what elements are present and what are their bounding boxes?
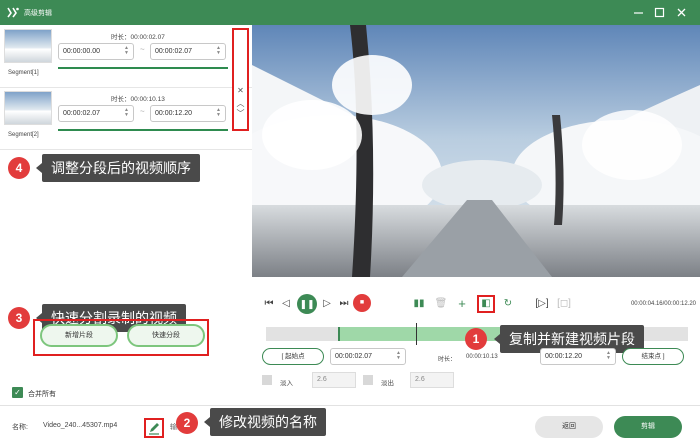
close-icon[interactable] (675, 6, 688, 19)
segment-start-input[interactable]: 00:00:00.00 ▲ ▼ (58, 43, 134, 60)
stop-icon[interactable]: ■ (353, 294, 371, 312)
spinner-icon[interactable]: ▲ ▼ (395, 351, 402, 362)
segment-end-input[interactable]: 00:00:02.07 ▲ ▼ (150, 43, 226, 60)
time-display: 00:00:04.16/00:00:12.20 (630, 301, 696, 307)
end-point-button[interactable]: 结束点 ] (622, 348, 684, 365)
quick-split-button[interactable]: 快速分段 (127, 324, 205, 347)
video-preview[interactable] (252, 25, 700, 277)
segment-order-controls: ✕ ︿ ﹀ (232, 28, 249, 131)
window-title: 高级剪辑 (24, 10, 52, 17)
go-to-end-icon[interactable]: ⏭ (337, 297, 351, 311)
segment-thumbnail (4, 29, 52, 63)
name-label: 名称: (12, 424, 28, 431)
segment-thumbnail (4, 91, 52, 125)
fade-out-checkbox[interactable] (363, 375, 373, 385)
merge-all-label: 合并所有 (28, 391, 56, 398)
range-separator: ~ (140, 45, 145, 54)
spinner-icon[interactable]: ▲ ▼ (215, 46, 222, 57)
spinner-icon[interactable]: ▲ ▼ (215, 108, 222, 119)
segment-list: Segment[1] 时长：00:00:02.07 00:00:00.00 ▲ ▼ … (0, 25, 252, 165)
spinner-icon[interactable]: ▲ ▼ (605, 351, 612, 362)
mark-in-icon[interactable]: [▷] (535, 297, 549, 311)
fade-in-label: 淡入 (280, 380, 293, 387)
divider (0, 149, 252, 150)
annotation-badge-2: 2 (176, 412, 198, 434)
new-segment-button[interactable]: 新增片段 (40, 324, 118, 347)
fade-in-checkbox[interactable] (262, 375, 272, 385)
play-pause-icon[interactable]: ❚❚ (297, 294, 317, 314)
segment-duration: 时长：00:00:10.13 (111, 96, 165, 103)
trim-duration: 00:00:10.13 (466, 354, 498, 360)
start-point-button[interactable]: [ 起始点 (262, 348, 324, 365)
segment-item-2[interactable]: Segment[2] 时长：00:00:10.13 00:00:02.07 ▲ ▼ … (0, 87, 232, 149)
annotation-callout-4: 调整分段后的视频顺序 (36, 154, 200, 182)
step-back-icon[interactable]: ◁ (279, 297, 293, 311)
bottom-bar: 名称: Video_240...45307.mp4 输出 2 修改视频的名称 返… (0, 405, 700, 448)
move-down-icon[interactable]: ﹀ (234, 108, 247, 119)
start-time-input[interactable]: 00:00:02.07 ▲ ▼ (330, 348, 406, 365)
app-logo-icon (7, 7, 19, 18)
copy-new-segment-icon[interactable]: ◧ (477, 295, 495, 313)
segment-end-input[interactable]: 00:00:12.20 ▲ ▼ (150, 105, 226, 122)
add-icon[interactable]: + (455, 297, 469, 311)
segment-label: Segment[1] (8, 70, 39, 76)
delete-icon[interactable]: 🗑 (434, 297, 448, 311)
playhead[interactable] (416, 323, 417, 345)
trim-row: [ 起始点 00:00:02.07 ▲ ▼ 时长： 00:00:10.13 00:0… (262, 347, 692, 367)
player-controls: ⏮ ◁ ❚❚ ▷ ⏭ ■ ▮▮ 🗑 + ◧ ↻ [▷] [◻] 00:00:04… (252, 293, 700, 319)
reset-icon[interactable]: ↻ (501, 297, 515, 311)
minimize-icon[interactable] (632, 6, 645, 19)
split-icon[interactable]: ▮▮ (412, 297, 426, 311)
fade-out-input[interactable]: 2.6 (410, 372, 454, 388)
segment-start-input[interactable]: 00:00:02.07 ▲ ▼ (58, 105, 134, 122)
title-bar: 高级剪辑 (0, 0, 700, 25)
maximize-icon[interactable] (653, 6, 666, 19)
file-name: Video_240...45307.mp4 (43, 422, 118, 429)
go-to-start-icon[interactable]: ⏮ (262, 297, 276, 311)
step-forward-icon[interactable]: ▷ (320, 297, 334, 311)
back-button[interactable]: 返回 (535, 416, 603, 438)
merge-all-checkbox[interactable]: ✓ (12, 387, 23, 398)
segment-progress (58, 129, 228, 131)
annotation-callout-2: 修改视频的名称 (204, 408, 326, 436)
annotation-badge-4: 4 (8, 157, 30, 179)
rename-button[interactable] (144, 418, 164, 438)
mark-out-icon[interactable]: [◻] (557, 297, 571, 311)
spinner-icon[interactable]: ▲ ▼ (123, 108, 130, 119)
fade-out-label: 淡出 (381, 380, 394, 387)
segment-label: Segment[2] (8, 132, 39, 138)
segment-duration: 时长：00:00:02.07 (111, 34, 165, 41)
video-frame-image (252, 25, 700, 277)
segment-progress (58, 67, 228, 69)
segment-item-1[interactable]: Segment[1] 时长：00:00:02.07 00:00:00.00 ▲ ▼ … (0, 25, 232, 87)
fade-in-input[interactable]: 2.6 (312, 372, 356, 388)
range-separator: ~ (140, 107, 145, 116)
end-time-input[interactable]: 00:00:12.20 ▲ ▼ (540, 348, 616, 365)
delete-segment-icon[interactable]: ✕ (234, 86, 247, 95)
annotation-badge-3: 3 (8, 307, 30, 329)
spinner-icon[interactable]: ▲ ▼ (123, 46, 130, 57)
pencil-icon (149, 423, 159, 435)
right-panel: ⏮ ◁ ❚❚ ▷ ⏭ ■ ▮▮ 🗑 + ◧ ↻ [▷] [◻] 00:00:04… (252, 25, 700, 405)
left-panel: Segment[1] 时长：00:00:02.07 00:00:00.00 ▲ ▼ … (0, 25, 252, 448)
trim-duration-label: 时长： (438, 357, 457, 363)
clip-button[interactable]: 剪辑 (614, 416, 682, 438)
